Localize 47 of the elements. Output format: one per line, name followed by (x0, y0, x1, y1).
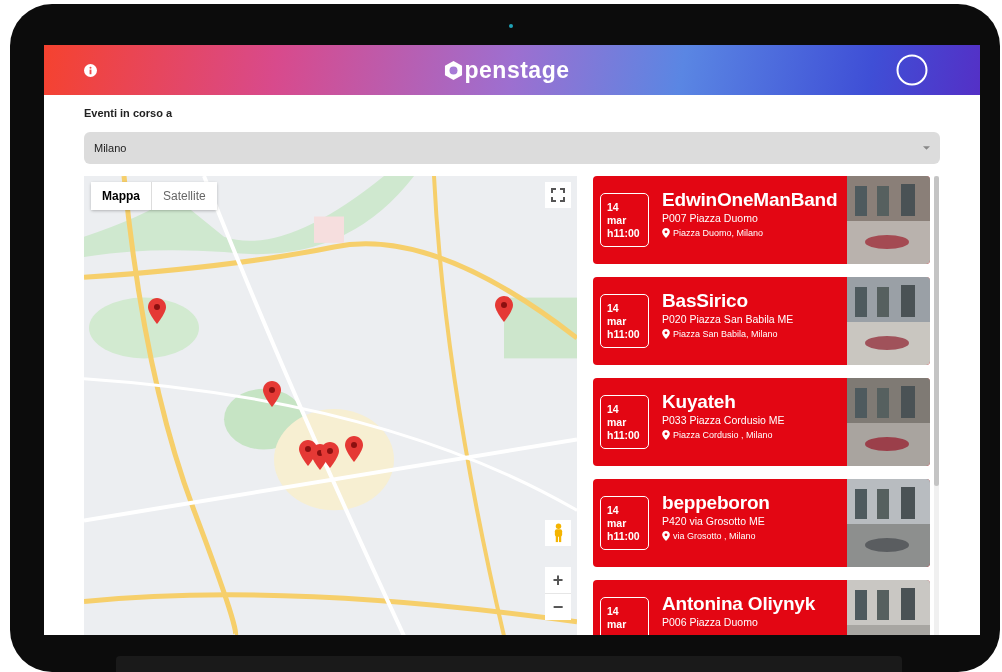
location-label: Eventi in corso a (84, 107, 174, 121)
map-pin-icon[interactable] (495, 296, 513, 322)
date-badge: 14 mar h11:00 (600, 496, 649, 550)
event-card[interactable]: 14 mar h11:00 BasSirico P020 Piazza San Babila ME Piazza San Babila, Milano (593, 277, 930, 365)
event-title: EdwinOneManBand (662, 189, 839, 211)
event-title: Antonina Oliynyk (662, 593, 817, 615)
event-card[interactable]: 14 mar h11:00 EdwinOneManBand P007 Piazza Duomo Piazza Duomo, Milano (593, 176, 930, 264)
event-title: BasSirico (662, 290, 749, 312)
city-select[interactable]: Milano (84, 132, 940, 164)
fullscreen-button[interactable] (545, 182, 571, 208)
map-type-tab[interactable]: Mappa (91, 182, 152, 210)
map-pin-icon[interactable] (321, 442, 339, 468)
date-badge: 14 mar (600, 597, 649, 635)
date-badge: 14 mar h11:00 (600, 193, 649, 247)
location-pin-icon (662, 430, 670, 440)
map-pin-icon[interactable] (148, 298, 166, 324)
app-logo: penstage (464, 56, 570, 84)
event-title: Kuyateh (662, 391, 737, 413)
event-venue: P020 Piazza San Babila ME (662, 313, 795, 326)
map-pin-icon[interactable] (263, 381, 281, 407)
event-address: via Grosotto , Milano (673, 531, 756, 541)
event-card[interactable]: 14 mar h11:00 beppeboron P420 via Grosotto ME via Grosotto , Milano (593, 479, 930, 567)
event-address: Piazza San Babila, Milano (673, 329, 778, 339)
location-pin-icon (662, 228, 670, 238)
zoom-in-button[interactable]: + (545, 567, 571, 593)
event-card[interactable]: 14 mar Antonina Oliynyk P006 Piazza Duomo (593, 580, 930, 635)
event-venue: P007 Piazza Duomo (662, 212, 759, 225)
event-venue: P006 Piazza Duomo (662, 616, 759, 629)
info-icon[interactable] (84, 63, 97, 77)
fullscreen-icon (551, 188, 565, 202)
date-badge: 14 mar h11:00 (600, 294, 649, 348)
location-pin-icon (662, 531, 670, 541)
caret-icon (923, 146, 930, 150)
event-title: beppeboron (662, 492, 771, 514)
date-badge: 14 mar h11:00 (600, 395, 649, 449)
event-card[interactable]: 14 mar h11:00 Kuyateh P033 Piazza Cordusio ME Piazza Cordusio , Milano (593, 378, 930, 466)
event-address: Piazza Cordusio , Milano (673, 430, 773, 440)
map-pin-icon[interactable] (345, 436, 363, 462)
map-type-tab[interactable]: Satellite (152, 182, 217, 210)
pegman-icon (552, 523, 564, 543)
event-venue: P420 via Grosotto ME (662, 515, 766, 528)
location-pin-icon (662, 329, 670, 339)
event-venue: P033 Piazza Cordusio ME (662, 414, 786, 427)
logo-icon (443, 59, 463, 81)
event-address: Piazza Duomo, Milano (673, 228, 764, 238)
avatar-icon[interactable] (896, 54, 928, 86)
zoom-out-button[interactable]: − (545, 594, 571, 620)
